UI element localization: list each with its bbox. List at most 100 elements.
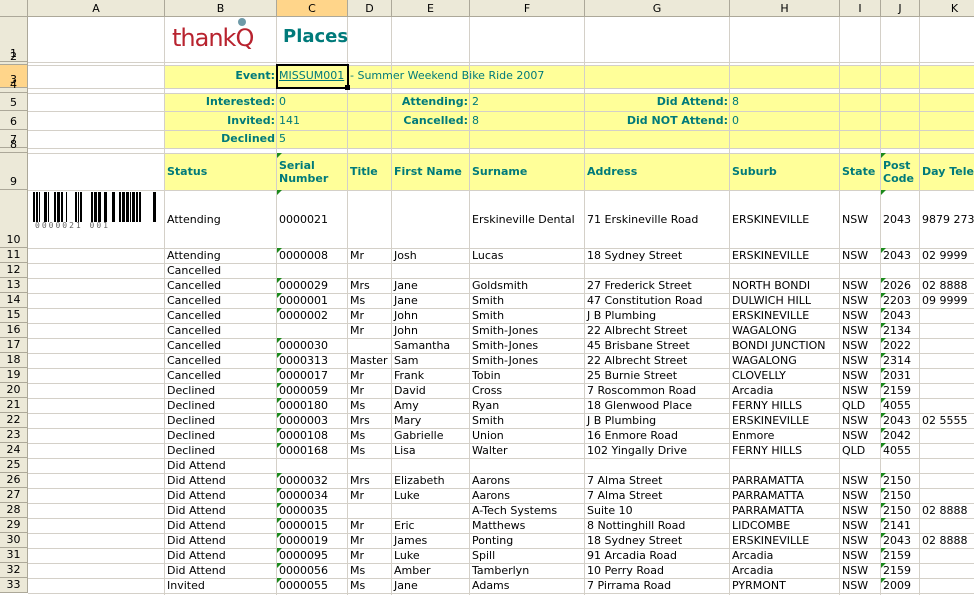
fill-handle[interactable] [345,85,350,90]
select-all-corner[interactable] [0,0,28,17]
table-cell-tel[interactable] [920,578,974,593]
table-cell-tel[interactable] [920,458,974,473]
table-cell-surname[interactable]: Tobin [470,368,585,383]
table-cell-first[interactable]: Luke [392,548,470,563]
table-cell-first[interactable]: John [392,323,470,338]
table-cell-postcode[interactable] [881,458,920,473]
row-header-25[interactable]: 25 [0,458,28,473]
table-cell-tel[interactable]: 02 8888 [920,503,974,518]
table-cell-status[interactable]: Declined [165,383,277,398]
table-cell-tel[interactable] [920,548,974,563]
table-cell-title[interactable]: Mrs [348,473,392,488]
table-cell-suburb[interactable]: CLOVELLY [730,368,840,383]
table-cell-serial[interactable]: 0000021 [277,190,348,248]
table-cell-serial[interactable]: 0000019 [277,533,348,548]
table-cell-serial[interactable]: 0000001 [277,293,348,308]
table-cell-serial[interactable]: 0000029 [277,278,348,293]
row-header-24[interactable]: 24 [0,443,28,458]
table-cell-postcode[interactable]: 2134 [881,323,920,338]
row-header-17[interactable]: 17 [0,338,28,353]
table-cell-state[interactable]: NSW [840,503,881,518]
table-cell-surname[interactable]: Smith [470,413,585,428]
table-cell-status[interactable]: Did Attend [165,473,277,488]
table-cell-status[interactable]: Cancelled [165,338,277,353]
table-cell-address[interactable]: 10 Perry Road [585,563,730,578]
table-cell-address[interactable]: 25 Burnie Street [585,368,730,383]
table-cell-tel[interactable] [920,308,974,323]
table-cell-postcode[interactable]: 2159 [881,563,920,578]
table-cell-title[interactable]: Ms [348,563,392,578]
column-header-j[interactable]: J [881,0,920,17]
table-cell-tel[interactable] [920,368,974,383]
table-cell-first[interactable]: Samantha [392,338,470,353]
table-cell-address[interactable]: 16 Enmore Road [585,428,730,443]
row-header-13[interactable]: 13 [0,278,28,293]
table-cell-postcode[interactable]: 2141 [881,518,920,533]
table-cell-state[interactable]: QLD [840,398,881,413]
table-cell-surname[interactable]: Erskineville Dental [470,190,585,248]
table-cell-surname[interactable]: Goldsmith [470,278,585,293]
table-cell-status[interactable]: Declined [165,398,277,413]
table-cell-first[interactable] [392,503,470,518]
table-cell-state[interactable]: NSW [840,383,881,398]
table-cell-serial[interactable]: 0000059 [277,383,348,398]
table-cell-first[interactable]: Elizabeth [392,473,470,488]
table-cell-title[interactable]: Ms [348,578,392,593]
table-cell-first[interactable] [392,263,470,278]
table-cell-tel[interactable] [920,353,974,368]
table-cell-status[interactable]: Declined [165,443,277,458]
table-cell-first[interactable]: Amy [392,398,470,413]
table-cell-first[interactable]: Luke [392,488,470,503]
table-cell-suburb[interactable]: ERSKINEVILLE [730,533,840,548]
table-cell-title[interactable]: Mr [348,308,392,323]
row-header-21[interactable]: 21 [0,398,28,413]
row-header-10[interactable]: 10 [0,190,28,248]
table-cell-title[interactable] [348,263,392,278]
table-cell-suburb[interactable] [730,263,840,278]
row-header-28[interactable]: 28 [0,503,28,518]
table-cell-serial[interactable] [277,458,348,473]
table-cell-suburb[interactable]: PARRAMATTA [730,488,840,503]
table-cell-suburb[interactable]: Arcadia [730,548,840,563]
selected-cell-c3[interactable] [276,64,349,89]
table-cell-state[interactable]: NSW [840,323,881,338]
row-header-29[interactable]: 29 [0,518,28,533]
table-cell-address[interactable]: 18 Glenwood Place [585,398,730,413]
table-cell-surname[interactable]: Smith [470,293,585,308]
table-cell-title[interactable]: Mr [348,548,392,563]
table-cell-serial[interactable]: 0000015 [277,518,348,533]
table-cell-tel[interactable] [920,323,974,338]
table-cell-surname[interactable]: A-Tech Systems [470,503,585,518]
table-cell-state[interactable]: NSW [840,190,881,248]
table-cell-status[interactable]: Cancelled [165,353,277,368]
row-header-26[interactable]: 26 [0,473,28,488]
table-cell-status[interactable]: Cancelled [165,263,277,278]
table-cell-first[interactable]: Frank [392,368,470,383]
table-cell-address[interactable]: J B Plumbing [585,413,730,428]
table-cell-serial[interactable]: 0000108 [277,428,348,443]
table-cell-serial[interactable]: 0000056 [277,563,348,578]
column-header-e[interactable]: E [392,0,470,17]
table-cell-status[interactable]: Cancelled [165,278,277,293]
table-cell-postcode[interactable]: 2031 [881,368,920,383]
table-cell-state[interactable] [840,458,881,473]
table-cell-surname[interactable]: Cross [470,383,585,398]
table-cell-postcode[interactable]: 2043 [881,190,920,248]
table-cell-state[interactable] [840,263,881,278]
table-cell-postcode[interactable]: 4055 [881,443,920,458]
row-header-27[interactable]: 27 [0,488,28,503]
table-cell-tel[interactable]: 9879 273 [920,190,974,248]
table-cell-surname[interactable]: Matthews [470,518,585,533]
table-cell-tel[interactable] [920,443,974,458]
table-cell-serial[interactable]: 0000035 [277,503,348,518]
column-header-b[interactable]: B [165,0,277,17]
table-cell-serial[interactable]: 0000034 [277,488,348,503]
table-cell-postcode[interactable]: 2150 [881,488,920,503]
table-cell-title[interactable]: Ms [348,293,392,308]
table-cell-state[interactable]: NSW [840,413,881,428]
table-cell-surname[interactable]: Spill [470,548,585,563]
table-cell-tel[interactable]: 02 5555 [920,413,974,428]
row-header-22[interactable]: 22 [0,413,28,428]
table-cell-tel[interactable]: 02 8888 [920,278,974,293]
table-cell-title[interactable]: Master [348,353,392,368]
